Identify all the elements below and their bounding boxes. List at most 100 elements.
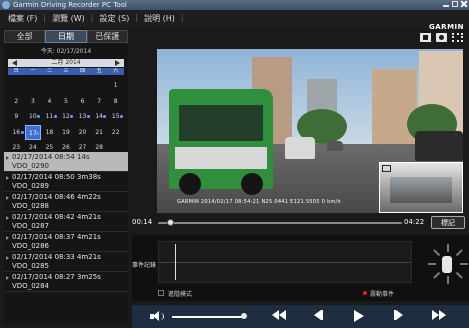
direction-indicator bbox=[455, 249, 463, 257]
video-file-item[interactable]: 02/17/2014 08:33 4m21s VDO_0285 bbox=[4, 252, 128, 272]
calendar-day[interactable]: 1 bbox=[107, 78, 124, 94]
tab-protected[interactable]: 已保護 bbox=[86, 30, 128, 43]
video-file-item[interactable]: 02/17/2014 08:37 4m21s VDO_0286 bbox=[4, 232, 128, 252]
calendar-day[interactable]: 7 bbox=[91, 94, 108, 110]
seek-handle[interactable] bbox=[167, 219, 175, 226]
play-icon[interactable] bbox=[354, 310, 372, 323]
calendar-empty-cell bbox=[41, 78, 58, 94]
volume-level bbox=[172, 316, 244, 318]
filter-tabs: 全部 日期 已保護 bbox=[4, 30, 128, 43]
weekday-label: 日 bbox=[13, 68, 19, 74]
calendar-day[interactable]: 16 bbox=[8, 125, 25, 141]
garmin-logo: GARMIN bbox=[429, 23, 464, 31]
calendar-day[interactable]: 22 bbox=[107, 125, 124, 141]
video-file-item[interactable]: 02/17/2014 08:42 4m21s VDO_0287 bbox=[4, 212, 128, 232]
layout-icon[interactable] bbox=[420, 33, 431, 42]
calendar-empty-cell bbox=[58, 78, 75, 94]
menu-view[interactable]: 瀏覽 (W) bbox=[52, 13, 85, 24]
playback-timeline: 00:14 04:22 標記 bbox=[132, 216, 469, 230]
direction-indicator bbox=[433, 249, 441, 257]
file-datetime-duration: 02/17/2014 08:46 4m22s bbox=[12, 193, 101, 201]
menu-separator: | bbox=[43, 13, 47, 22]
video-file-item[interactable]: 02/17/2014 08:46 4m22s VDO_0288 bbox=[4, 192, 128, 212]
shock-event-legend: 震動事件 bbox=[370, 291, 395, 298]
calendar-day[interactable]: 4 bbox=[41, 94, 58, 110]
direction-indicator bbox=[433, 271, 441, 279]
advanced-mode-label: 進階模式 bbox=[168, 291, 193, 298]
seek-track[interactable] bbox=[158, 222, 402, 224]
next-month-icon[interactable] bbox=[115, 60, 120, 66]
swap-view-icon[interactable] bbox=[382, 165, 391, 172]
window-controls bbox=[443, 1, 467, 7]
previous-frame-icon[interactable] bbox=[314, 310, 332, 323]
direction-indicator bbox=[447, 276, 449, 284]
close-icon[interactable] bbox=[461, 1, 467, 7]
video-file-item[interactable]: 02/17/2014 08:27 3m25s VDO_0284 bbox=[4, 272, 128, 292]
month-label: 二月 2014 bbox=[51, 59, 81, 66]
maximize-icon[interactable] bbox=[452, 1, 458, 7]
calendar-day[interactable]: 2 bbox=[8, 94, 25, 110]
calendar-day[interactable]: 9 bbox=[8, 109, 25, 125]
next-frame-icon[interactable] bbox=[394, 310, 412, 323]
event-log-label: 事件記錄 bbox=[132, 262, 157, 269]
event-graph[interactable] bbox=[158, 241, 412, 283]
file-name: VDO_0284 bbox=[12, 282, 50, 290]
calendar-day[interactable]: 5 bbox=[58, 94, 75, 110]
calendar-day[interactable]: 6 bbox=[74, 94, 91, 110]
direction-indicator bbox=[428, 263, 436, 265]
menu-file[interactable]: 檔案 (F) bbox=[8, 13, 37, 24]
today-date: 今天: 02/17/2014 bbox=[40, 48, 92, 55]
fullscreen-icon[interactable] bbox=[452, 33, 463, 42]
camera-icon[interactable] bbox=[436, 33, 447, 42]
file-name: VDO_0288 bbox=[12, 202, 50, 210]
file-datetime-duration: 02/17/2014 08:33 4m21s bbox=[12, 253, 101, 261]
title-bar: Garmin Driving Recorder PC Tool bbox=[0, 0, 469, 10]
calendar-day[interactable]: 18 bbox=[41, 125, 58, 141]
current-time: 00:14 bbox=[132, 218, 153, 226]
menu-help[interactable]: 說明 (H) bbox=[144, 13, 175, 24]
tab-date[interactable]: 日期 bbox=[45, 30, 87, 43]
calendar-empty-cell bbox=[25, 78, 42, 94]
video-file-item[interactable]: 02/17/2014 08:50 3m38s VDO_0289 bbox=[4, 172, 128, 192]
picture-in-picture-view[interactable] bbox=[379, 162, 463, 213]
video-player[interactable]: GARMIN 2014/02/17 08:54:21 N25.0441 E121… bbox=[157, 49, 463, 213]
car-top-view-icon bbox=[442, 256, 452, 273]
calendar-day[interactable]: 10 bbox=[25, 109, 42, 125]
calendar-day[interactable]: 3 bbox=[25, 94, 42, 110]
direction-indicator bbox=[455, 271, 463, 279]
calendar-day[interactable]: 12 bbox=[58, 109, 75, 125]
volume-handle[interactable] bbox=[240, 313, 247, 319]
shock-event-dot bbox=[363, 291, 367, 295]
graph-baseline bbox=[159, 262, 411, 263]
menu-settings[interactable]: 設定 (S) bbox=[100, 13, 130, 24]
file-datetime-duration: 02/17/2014 08:42 4m21s bbox=[12, 213, 101, 221]
advanced-mode-checkbox[interactable] bbox=[158, 290, 164, 296]
mark-button[interactable]: 標記 bbox=[431, 216, 465, 229]
video-overlay-text: GARMIN 2014/02/17 08:54:21 N25.0441 E121… bbox=[177, 199, 341, 205]
bus-wheel bbox=[241, 173, 263, 195]
pip-scene bbox=[390, 177, 452, 203]
calendar-day[interactable]: 11 bbox=[41, 109, 58, 125]
weekday-label: 一 bbox=[30, 68, 36, 74]
view-toolbar bbox=[420, 33, 463, 42]
calendar-day[interactable]: 15 bbox=[107, 109, 124, 125]
calendar-day[interactable]: 13 bbox=[74, 109, 91, 125]
calendar-day[interactable]: 14 bbox=[91, 109, 108, 125]
weekday-label: 五 bbox=[96, 68, 102, 74]
video-file-item[interactable]: 02/17/2014 08:54 14s VDO_0290 bbox=[4, 152, 128, 172]
file-datetime-duration: 02/17/2014 08:50 3m38s bbox=[12, 173, 101, 181]
tab-all[interactable]: 全部 bbox=[4, 30, 46, 43]
speaker-icon[interactable] bbox=[150, 310, 164, 323]
weekday-header: 日 一 二 三 四 五 六 bbox=[8, 68, 124, 75]
file-name: VDO_0287 bbox=[12, 222, 50, 230]
minimize-icon[interactable] bbox=[443, 1, 449, 7]
file-datetime-duration: 02/17/2014 08:27 3m25s bbox=[12, 273, 101, 281]
fast-forward-icon[interactable] bbox=[432, 310, 450, 323]
calendar-day[interactable]: 20 bbox=[74, 125, 91, 141]
calendar-day[interactable]: 21 bbox=[91, 125, 108, 141]
calendar-day[interactable]: 19 bbox=[58, 125, 75, 141]
month-header: 二月 2014 bbox=[8, 59, 124, 67]
rewind-icon[interactable] bbox=[272, 310, 290, 323]
calendar-day[interactable]: 17 bbox=[24, 124, 42, 140]
calendar-day[interactable]: 8 bbox=[107, 94, 124, 110]
